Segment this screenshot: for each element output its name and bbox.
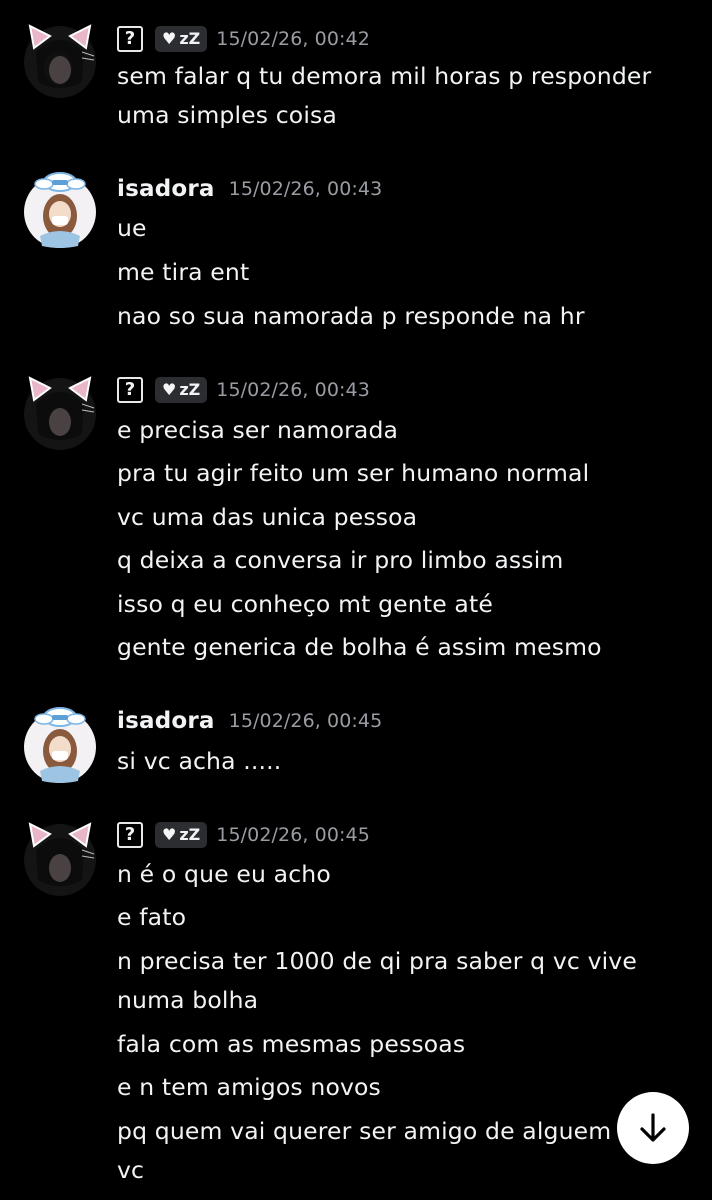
arrow-down-icon <box>640 1113 666 1142</box>
message-line: e n tem amigos novos <box>117 1073 381 1101</box>
status-tag: ♥ zZ <box>155 377 208 403</box>
cinnamoroll-avatar-icon <box>24 172 96 248</box>
message-line: pq quem vai querer ser amigo de alguem <box>117 1117 612 1145</box>
message-header: ? ♥ zZ 15/02/26, 00:43 <box>117 375 370 405</box>
message-line: gente generica de bolha é assim mesmo <box>117 633 602 661</box>
message-line: ue <box>117 214 147 242</box>
unknown-user-icon[interactable]: ? <box>117 377 143 403</box>
message-line: e fato <box>117 903 187 931</box>
avatar-isadora[interactable] <box>22 172 96 248</box>
heart-icon: ♥ <box>162 29 177 48</box>
message-timestamp: 15/02/26, 00:45 <box>216 824 370 846</box>
username-isadora[interactable]: isadora <box>117 708 215 734</box>
message-timestamp: 15/02/26, 00:43 <box>216 379 370 401</box>
avatar-cat-ears-user[interactable] <box>22 22 96 98</box>
sleep-zz-icon: zZ <box>179 825 201 844</box>
unknown-user-icon[interactable]: ? <box>117 822 143 848</box>
username-isadora[interactable]: isadora <box>117 176 215 202</box>
message-line: vc uma das unica pessoa <box>117 503 418 531</box>
message-header: ? ♥ zZ 15/02/26, 00:42 <box>117 24 370 54</box>
message-line: n precisa ter 1000 de qi pra saber q vc … <box>117 947 637 975</box>
scroll-to-bottom-button[interactable] <box>617 1092 689 1164</box>
message-line: pra tu agir feito um ser humano normal <box>117 459 590 487</box>
status-tag: ♥ zZ <box>155 26 208 52</box>
message-line: me tira ent <box>117 258 250 286</box>
avatar-cat-ears-user[interactable] <box>22 374 96 450</box>
message-line: numa bolha <box>117 986 259 1014</box>
sleep-zz-icon: zZ <box>179 380 201 399</box>
cinnamoroll-avatar-icon <box>24 707 96 783</box>
sleep-zz-icon: zZ <box>179 29 201 48</box>
message-line: nao so sua namorada p responde na hr <box>117 302 585 330</box>
status-tag: ♥ zZ <box>155 822 208 848</box>
message-header: isadora 15/02/26, 00:43 <box>117 174 382 204</box>
cat-ears-avatar-icon <box>24 24 96 98</box>
message-timestamp: 15/02/26, 00:42 <box>216 28 370 50</box>
cat-ears-avatar-icon <box>24 822 96 896</box>
chat-message-list[interactable]: ? ♥ zZ 15/02/26, 00:42 sem falar q tu de… <box>0 0 712 1200</box>
message-header: ? ♥ zZ 15/02/26, 00:45 <box>117 820 370 850</box>
heart-icon: ♥ <box>162 380 177 399</box>
message-line: fala com as mesmas pessoas <box>117 1030 466 1058</box>
message-header: isadora 15/02/26, 00:45 <box>117 706 382 736</box>
unknown-user-icon[interactable]: ? <box>117 26 143 52</box>
message-line: n é o que eu acho <box>117 860 331 888</box>
message-timestamp: 15/02/26, 00:43 <box>228 178 383 200</box>
message-line: uma simples coisa <box>117 101 337 129</box>
message-line: isso q eu conheço mt gente até <box>117 590 493 618</box>
message-line: e precisa ser namorada <box>117 416 399 444</box>
message-timestamp: 15/02/26, 00:45 <box>228 710 383 732</box>
message-line: q deixa a conversa ir pro limbo assim <box>117 546 564 574</box>
cat-ears-avatar-icon <box>24 376 96 450</box>
message-line: sem falar q tu demora mil horas p respon… <box>117 62 652 90</box>
message-line: vc <box>117 1156 145 1184</box>
heart-icon: ♥ <box>162 825 177 844</box>
avatar-cat-ears-user[interactable] <box>22 820 96 896</box>
message-line: si vc acha ..... <box>117 747 282 775</box>
avatar-isadora[interactable] <box>22 707 96 783</box>
